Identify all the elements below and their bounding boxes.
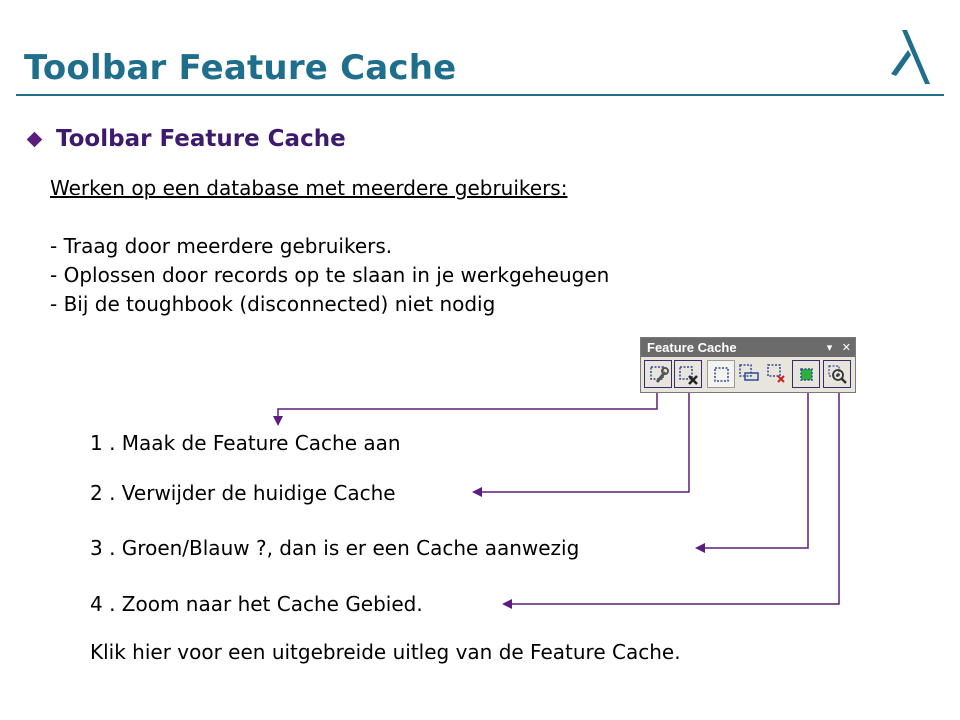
arrow-step-3: [695, 393, 809, 553]
step-1-text: 1 . Maak de Feature Cache aan: [90, 431, 401, 455]
arrow-step-4: [502, 393, 840, 609]
arrow-step-1: [273, 393, 658, 426]
feature-cache-help-link[interactable]: Klik hier voor een uitgebreide uitleg va…: [90, 640, 681, 664]
step-3-text: 3 . Groen/Blauw ?, dan is er een Cache a…: [90, 536, 580, 560]
step-2-text: 2 . Verwijder de huidige Cache: [90, 481, 396, 505]
step-4-text: 4 . Zoom naar het Cache Gebied.: [90, 592, 423, 616]
